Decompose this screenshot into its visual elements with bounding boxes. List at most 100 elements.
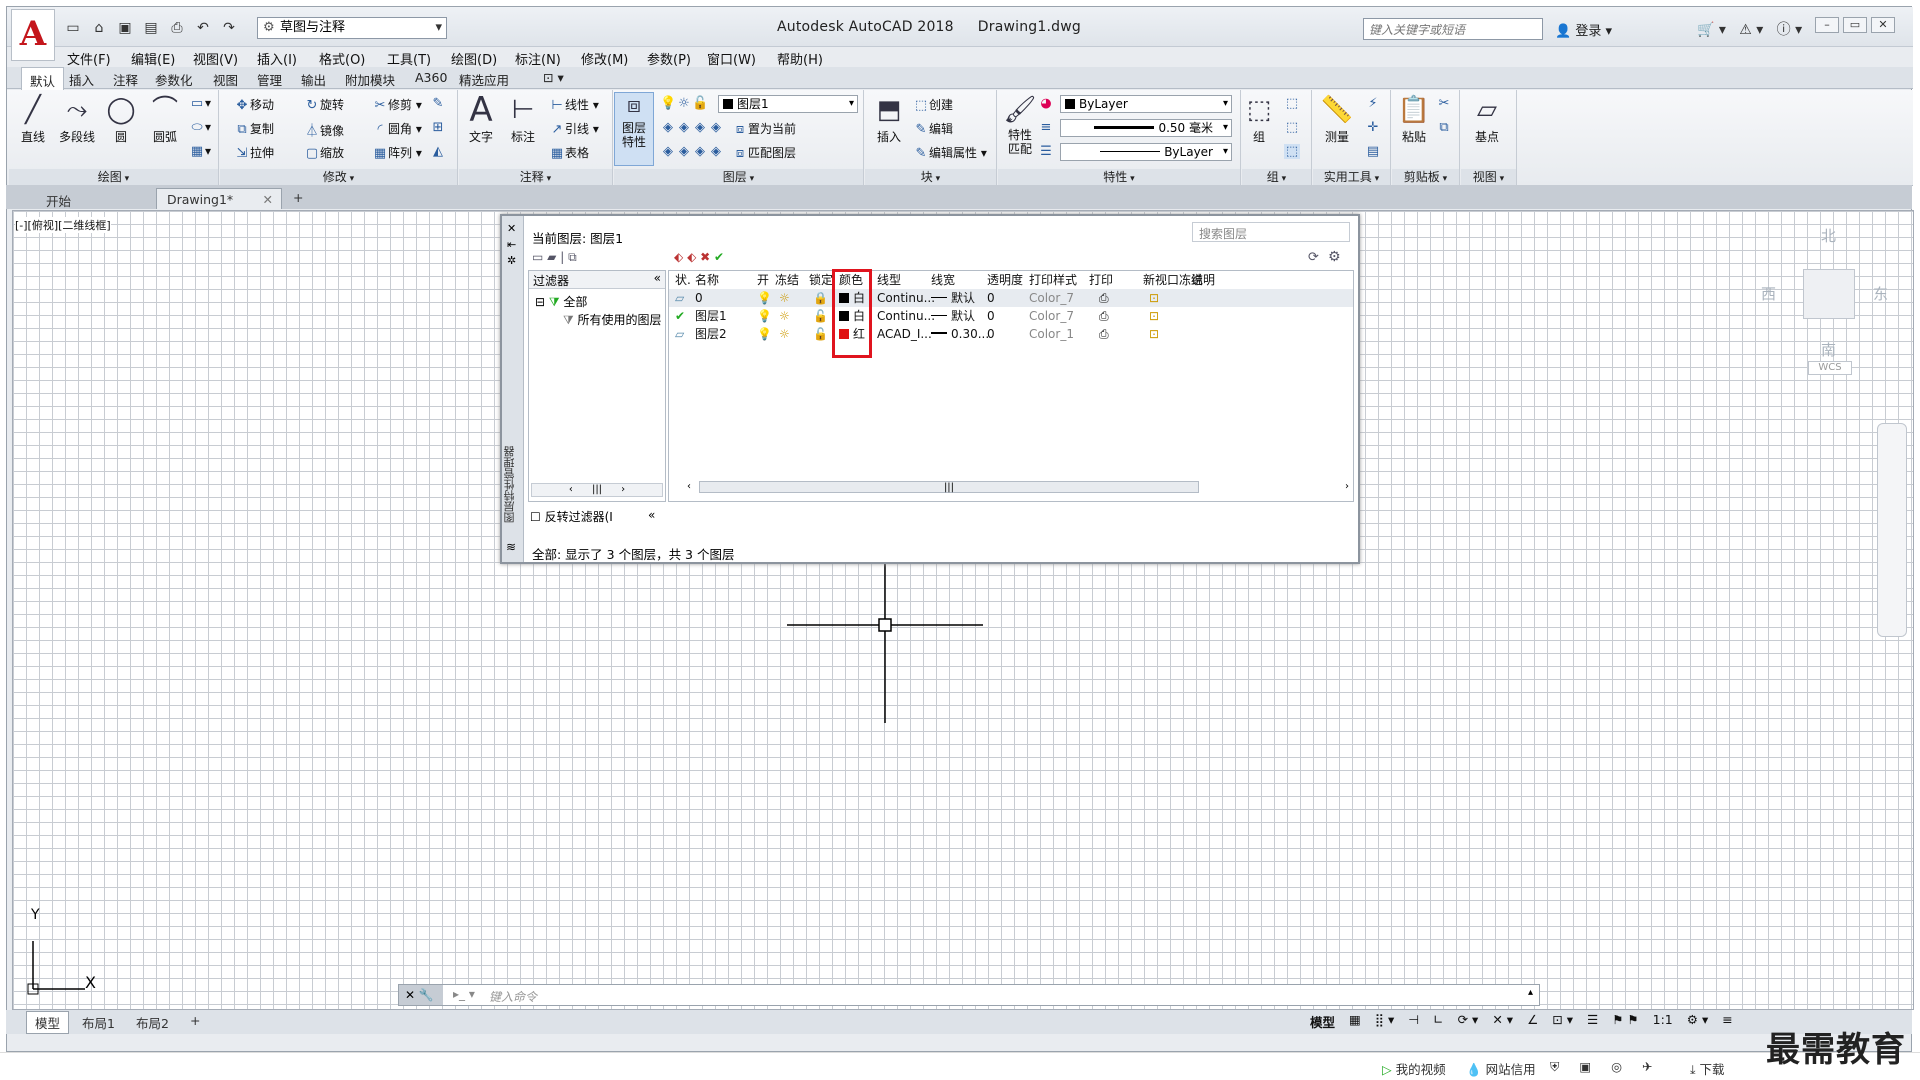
command-history-icon[interactable]: ▸_ ▾ <box>453 987 475 1001</box>
panel-utilities-title[interactable]: 实用工具 <box>1313 169 1390 186</box>
customize-icon[interactable]: ≡ <box>1722 1012 1732 1032</box>
erase-tool[interactable]: ✎ <box>430 96 446 111</box>
site-credit[interactable]: 💧 网站信用 <box>1466 1059 1536 1078</box>
measure-button[interactable]: 📏 测量 <box>1315 94 1359 145</box>
column-header-4[interactable]: 锁定 <box>809 271 833 289</box>
properties-icon[interactable]: ✲ <box>507 254 516 267</box>
text-tool[interactable]: A 文字 <box>459 93 503 145</box>
layer-status-icon[interactable]: ✔ <box>675 308 685 324</box>
column-header-6[interactable]: 线型 <box>877 271 901 289</box>
insert-block-button[interactable]: ⬒ 插入 <box>867 94 911 145</box>
layer-tools-row1[interactable]: ◈ ◈ ◈ ◈ <box>660 120 724 135</box>
copy-clip-icon[interactable]: ⧉ <box>1436 120 1452 135</box>
tab-start[interactable]: 开始 <box>36 188 81 209</box>
ortho-icon[interactable]: ∟ <box>1433 1012 1443 1032</box>
add-layout-button[interactable]: + <box>190 1013 200 1028</box>
ribbon-tab-9[interactable]: 精选应用 <box>459 70 509 89</box>
annotation-icon[interactable]: ⚑ ⚑ <box>1612 1012 1638 1032</box>
base-view-button[interactable]: ▱ 基点 <box>1465 94 1509 145</box>
workspace-gear-icon[interactable]: ⚙ ▾ <box>1687 1012 1708 1032</box>
ellipse-tool[interactable]: ⬭ ▾ <box>189 120 211 135</box>
dynucs-icon[interactable]: ⊡ ▾ <box>1552 1012 1573 1032</box>
app-menu-button[interactable]: A <box>11 9 55 61</box>
tab-layout2[interactable]: 布局2 <box>136 1013 169 1032</box>
ribbon-tab-3[interactable]: 参数化 <box>155 70 193 89</box>
layer-plot-icon[interactable]: ⎙ <box>1099 290 1109 306</box>
search-input[interactable]: 键入关键字或短语 <box>1363 18 1543 40</box>
open-icon[interactable]: ⌂ <box>89 18 109 38</box>
layer-tools-row2[interactable]: ◈ ◈ ◈ ◈ <box>660 144 724 159</box>
annotation-scale[interactable]: 1:1 <box>1653 1012 1673 1032</box>
layer-transparency[interactable]: 0 <box>987 290 995 306</box>
current-layer-select[interactable]: 图层1 <box>718 95 858 113</box>
trim-tool[interactable]: ✂ 修剪 ▾ <box>372 96 422 113</box>
edit-attribute-button[interactable]: ✎ 编辑属性 ▾ <box>913 144 987 161</box>
layer-plot-icon[interactable]: ⎙ <box>1099 326 1109 342</box>
filter-all[interactable]: ⊟ ⧩ 全部 <box>535 293 587 310</box>
set-current-button[interactable]: ⧈ 置为当前 <box>732 120 796 137</box>
layer-states-icon[interactable]: ⧉ <box>568 250 577 264</box>
minimize-button[interactable]: – <box>1815 17 1839 33</box>
layer-name[interactable]: 图层1 <box>695 308 727 324</box>
menu-item-1[interactable]: 编辑(E) <box>131 49 175 68</box>
menu-item-11[interactable]: 帮助(H) <box>777 49 823 68</box>
cart-icon[interactable]: 🛒 ▾ ⚠ ▾ ⓘ ▾ <box>1697 19 1802 39</box>
layer-lineweight[interactable]: 默认 <box>931 290 975 306</box>
filter-scrollbar[interactable]: ‹ ||| › <box>531 483 663 497</box>
panel-annotation-title[interactable]: 注释 <box>459 169 612 186</box>
lineweight-toggle-icon[interactable]: ☰ <box>1587 1012 1598 1032</box>
infer-icon[interactable]: ⊣ <box>1408 1012 1419 1032</box>
layer-status-icon[interactable]: ▱ <box>675 290 684 306</box>
signin-button[interactable]: 👤 登录 ▾ <box>1555 20 1612 39</box>
my-video[interactable]: ▷ 我的视频 <box>1382 1059 1446 1078</box>
array-tool[interactable]: ▦ 阵列 ▾ <box>372 144 422 161</box>
table-tool[interactable]: ▦ 表格 <box>549 144 589 161</box>
group-select-icon[interactable]: ⬚ <box>1284 144 1300 159</box>
layer-lock-icon[interactable]: 🔓 <box>813 326 828 342</box>
group-button[interactable]: ⬚ 组 <box>1242 94 1276 145</box>
ribbon-tab-1[interactable]: 插入 <box>69 70 94 89</box>
fillet-tool[interactable]: ◜ 圆角 ▾ <box>372 120 421 137</box>
layer-status-icon[interactable]: ▱ <box>675 326 684 342</box>
delete-layer-icon[interactable]: ✖ <box>700 250 710 264</box>
ribbon-tab-0[interactable]: 默认 <box>21 67 65 90</box>
group-edit-icon[interactable]: ⬚ <box>1284 120 1300 135</box>
invert-filter-checkbox[interactable]: ☐ 反转过滤器(I « <box>530 508 655 525</box>
column-header-8[interactable]: 透明度 <box>987 271 1023 289</box>
new-filter-icon[interactable]: ▭ <box>532 250 543 264</box>
layer-freeze-icon[interactable]: ☼ <box>779 290 790 306</box>
menu-item-7[interactable]: 标注(N) <box>515 49 561 68</box>
linetype-select[interactable]: ByLayer <box>1060 143 1232 161</box>
layer-vp-freeze-icon[interactable]: ⊡ <box>1149 326 1159 342</box>
ribbon-tab-7[interactable]: 附加模块 <box>345 70 395 89</box>
calculator-icon[interactable]: ▤ <box>1365 144 1381 159</box>
close-icon[interactable]: ✕ <box>263 192 273 207</box>
new-tab-button[interactable]: + <box>288 188 310 209</box>
column-header-1[interactable]: 名称 <box>695 271 719 289</box>
explode-tool[interactable]: ⊞ <box>430 120 446 135</box>
tab-drawing1[interactable]: Drawing1* ✕ <box>156 188 282 209</box>
command-input[interactable]: 键入命令 <box>489 988 537 1005</box>
palette-titlebar[interactable]: ✕ ⇤ ✲ 图层特性管理器 ≋ <box>502 216 524 562</box>
ungroup-icon[interactable]: ⬚ <box>1284 96 1300 111</box>
workspace-select[interactable]: 草图与注释 <box>257 17 447 39</box>
layer-vp-freeze-icon[interactable]: ⊡ <box>1149 308 1159 324</box>
filter-used-layers[interactable]: ⧩ 所有使用的图层 <box>563 311 663 328</box>
ribbon-tab-5[interactable]: 管理 <box>257 70 282 89</box>
save-icon[interactable]: ▣ <box>115 18 135 38</box>
save-as-icon[interactable]: ▤ <box>141 18 161 38</box>
cut-icon[interactable]: ✂ <box>1436 96 1452 111</box>
column-header-9[interactable]: 打印样式 <box>1029 271 1077 289</box>
column-header-7[interactable]: 线宽 <box>931 271 955 289</box>
rotate-tool[interactable]: ↻ 旋转 <box>304 96 344 113</box>
scroll-thumb[interactable]: ||| <box>699 481 1199 493</box>
polyline-tool[interactable]: ⤳ 多段线 <box>55 94 99 145</box>
linear-tool[interactable]: ⊢ 线性 ▾ <box>549 96 599 113</box>
grid-scrollbar[interactable]: ‹ ||| › <box>687 481 1349 495</box>
osnap-icon[interactable]: ✕ ▾ <box>1492 1012 1513 1032</box>
undo-icon[interactable]: ↶ <box>193 18 213 38</box>
new-layer-icon[interactable]: ⬖ <box>674 250 683 264</box>
layer-linetype[interactable]: ACAD_I... <box>877 326 932 342</box>
line-tool[interactable]: ╱ 直线 <box>11 94 55 145</box>
color-select[interactable]: ByLayer <box>1060 95 1232 113</box>
